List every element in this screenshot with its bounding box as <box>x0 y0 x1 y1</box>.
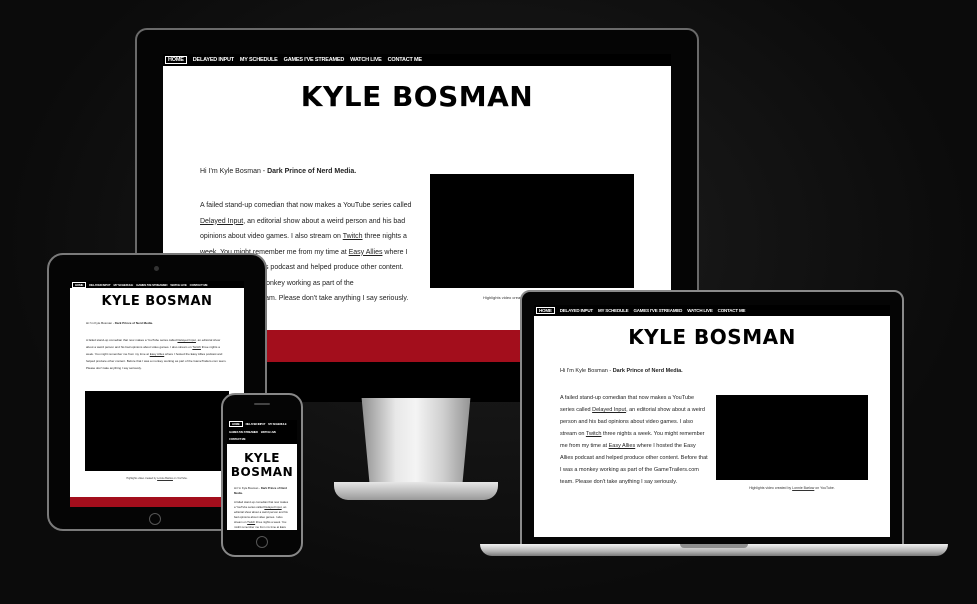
laptop-nav-delayed-input[interactable]: DELAYED INPUT <box>560 308 593 313</box>
laptop: HOME DELAYED INPUT MY SCHEDULE GAMES I'V… <box>520 290 904 546</box>
tablet-accent-band <box>70 497 244 507</box>
phone-nav-games-streamed[interactable]: GAMES I'VE STREAMED <box>229 430 258 434</box>
phone-delayed-link[interactable]: Delayed Input <box>264 505 281 509</box>
laptop-easy-link[interactable]: Easy Allies <box>609 443 636 449</box>
intro-text: Hi I'm Kyle Bosman - Dark Prince of Nerd… <box>200 168 412 175</box>
laptop-nav-contact-me[interactable]: CONTACT ME <box>718 308 746 313</box>
phone: HOME DELAYED INPUT MY SCHEDULE GAMES I'V… <box>221 393 303 557</box>
tablet-nav-delayed-input[interactable]: DELAYED INPUT <box>89 283 110 287</box>
monitor-base <box>334 482 498 500</box>
nav-watch-live[interactable]: WATCH LIVE <box>350 57 382 63</box>
nav-my-schedule[interactable]: MY SCHEDULE <box>240 57 278 63</box>
laptop-caption-suffix: on YouTube. <box>814 486 835 490</box>
tablet-body-1: A failed stand-up comedian that now make… <box>86 338 178 342</box>
laptop-twitch-link[interactable]: Twitch <box>586 431 602 437</box>
tablet-twitch-link[interactable]: Twitch <box>192 345 201 349</box>
nav-contact-me[interactable]: CONTACT ME <box>388 57 422 63</box>
tablet-nav-contact-me[interactable]: CONTACT ME <box>190 283 208 287</box>
laptop-caption-link[interactable]: Lonnie Barlow <box>792 486 814 490</box>
tablet-home-button[interactable] <box>149 513 161 525</box>
laptop-body: A failed stand-up comedian that now make… <box>560 392 708 488</box>
phone-title-line1: KYLE <box>244 451 280 465</box>
laptop-nav-bar: HOME DELAYED INPUT MY SCHEDULE GAMES I'V… <box>534 305 890 316</box>
tablet-caption: Highlights video created by Lonnie Barlo… <box>85 477 229 480</box>
tablet-camera <box>154 266 159 271</box>
body-part-1: A failed stand-up comedian that now make… <box>200 202 412 209</box>
intro-bold: Dark Prince of Nerd Media. <box>267 168 357 175</box>
nav-delayed-input[interactable]: DELAYED INPUT <box>193 57 234 63</box>
tablet-intro: Hi I'm Kyle Bosman - Dark Prince of Nerd… <box>86 321 228 325</box>
phone-screen: HOME DELAYED INPUT MY SCHEDULE GAMES I'V… <box>227 420 297 530</box>
phone-nav-contact-me[interactable]: CONTACT ME <box>229 437 246 441</box>
nav-home[interactable]: HOME <box>165 56 187 64</box>
nav-bar: HOME DELAYED INPUT MY SCHEDULE GAMES I'V… <box>163 54 671 66</box>
tablet-body: A failed stand-up comedian that now make… <box>86 337 228 372</box>
phone-home-button[interactable] <box>256 536 268 548</box>
tablet-page-title: KYLE BOSMAN <box>101 294 213 309</box>
tablet-screen: HOME DELAYED INPUT MY SCHEDULE GAMES I'V… <box>70 281 244 507</box>
laptop-notch <box>680 544 748 548</box>
tablet-nav-my-schedule[interactable]: MY SCHEDULE <box>114 283 134 287</box>
phone-nav-bar: HOME DELAYED INPUT MY SCHEDULE GAMES I'V… <box>227 420 297 444</box>
tablet-caption-link[interactable]: Lonnie Barlow <box>157 477 173 480</box>
laptop-caption: Highlights video created by Lonnie Barlo… <box>716 486 868 490</box>
tablet-caption-prefix: Highlights video created by <box>126 477 158 480</box>
phone-title-line2: BOSMAN <box>230 465 294 479</box>
laptop-body-4: where I hosted the Easy Allies podcast a… <box>560 443 708 485</box>
tablet-nav-games-streamed[interactable]: GAMES I'VE STREAMED <box>136 283 167 287</box>
delayed-input-link[interactable]: Delayed Input <box>200 218 243 225</box>
laptop-screen: HOME DELAYED INPUT MY SCHEDULE GAMES I'V… <box>534 305 890 537</box>
video-embed[interactable] <box>430 174 634 288</box>
laptop-intro: Hi I'm Kyle Bosman - Dark Prince of Nerd… <box>560 368 720 374</box>
page-title: KYLE BOSMAN <box>300 80 534 113</box>
phone-nav-delayed-input[interactable]: DELAYED INPUT <box>246 422 266 426</box>
twitch-link[interactable]: Twitch <box>343 233 363 240</box>
laptop-nav-home[interactable]: HOME <box>536 307 555 314</box>
tablet-caption-suffix: on YouTube. <box>172 477 188 480</box>
laptop-nav-watch-live[interactable]: WATCH LIVE <box>687 308 713 313</box>
nav-games-streamed[interactable]: GAMES I'VE STREAMED <box>284 57 345 63</box>
phone-nav-my-schedule[interactable]: MY SCHEDULE <box>268 422 286 426</box>
tablet-delayed-link[interactable]: Delayed Input <box>177 338 196 342</box>
phone-speaker <box>254 403 270 405</box>
tablet-intro-bold: Dark Prince of Nerd Media. <box>114 321 153 325</box>
intro-prefix: Hi I'm Kyle Bosman - <box>200 168 268 175</box>
tablet-easy-link[interactable]: Easy Allies <box>150 352 165 356</box>
tablet-nav-home[interactable]: HOME <box>72 281 87 288</box>
laptop-delayed-link[interactable]: Delayed Input <box>592 407 626 413</box>
laptop-nav-games-streamed[interactable]: GAMES I'VE STREAMED <box>633 308 682 313</box>
tablet-nav-bar: HOME DELAYED INPUT MY SCHEDULE GAMES I'V… <box>70 281 244 288</box>
phone-nav-home[interactable]: HOME <box>229 421 243 427</box>
tablet-nav-watch-live[interactable]: WATCH LIVE <box>170 283 186 287</box>
phone-twitch-link[interactable]: Twitch <box>247 520 255 524</box>
laptop-intro-bold: Dark Prince of Nerd Media. <box>612 368 683 374</box>
laptop-video[interactable] <box>716 395 868 480</box>
easy-allies-link[interactable]: Easy Allies <box>349 249 383 256</box>
phone-nav-watch-live[interactable]: WATCH LIVE <box>261 430 276 434</box>
phone-intro-prefix: Hi I'm Kyle Bosman - <box>234 486 261 490</box>
tablet-intro-prefix: Hi I'm Kyle Bosman - <box>86 321 115 325</box>
laptop-intro-prefix: Hi I'm Kyle Bosman - <box>560 368 613 374</box>
laptop-nav-my-schedule[interactable]: MY SCHEDULE <box>598 308 629 313</box>
laptop-caption-prefix: Highlights video created by <box>749 486 793 490</box>
tablet-video[interactable] <box>85 391 229 471</box>
laptop-page-title: KYLE BOSMAN <box>628 325 796 349</box>
phone-intro: Hi I'm Kyle Bosman - Dark Prince of Nerd… <box>234 486 290 496</box>
phone-body: A failed stand-up comedian that now make… <box>234 500 290 528</box>
